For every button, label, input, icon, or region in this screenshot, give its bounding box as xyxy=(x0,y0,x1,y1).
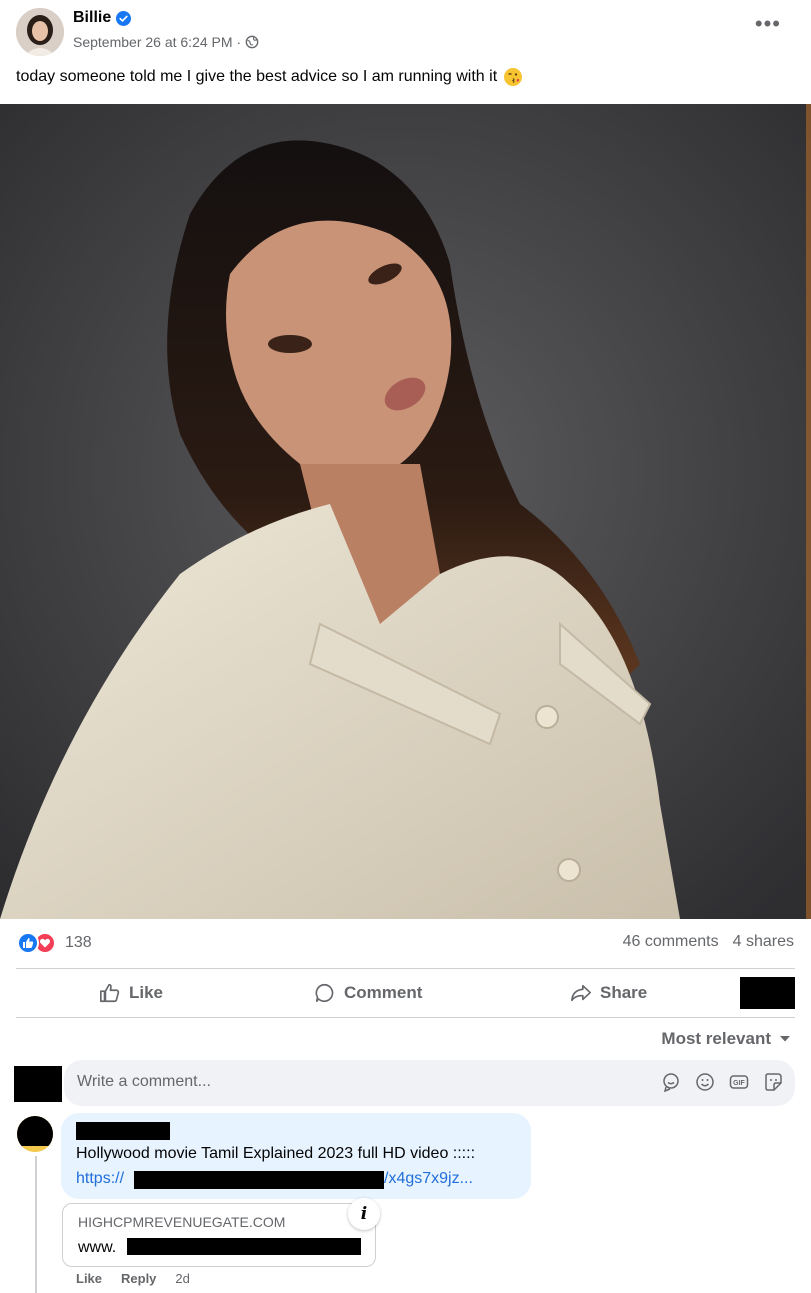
share-button-label: Share xyxy=(600,983,648,1002)
comment-link[interactable]: https:// /x4gs7x9jz... xyxy=(76,1170,473,1189)
write-comment-row: Write a comment... GIF xyxy=(14,1060,795,1106)
author-name[interactable]: Billie xyxy=(73,9,132,27)
comment-reply-button[interactable]: Reply xyxy=(121,1271,156,1286)
post-photo[interactable] xyxy=(0,104,811,919)
like-button-label: Like xyxy=(129,983,164,1002)
globe-icon xyxy=(245,35,259,49)
emoji-icon[interactable] xyxy=(695,1072,715,1092)
verified-badge-icon xyxy=(116,10,132,26)
reply-thread-line xyxy=(35,1156,37,1293)
comment-sort-dropdown[interactable]: Most relevant xyxy=(661,1029,791,1049)
comments-count[interactable]: 46 comments xyxy=(623,933,719,951)
divider xyxy=(16,1017,795,1018)
commenter-avatar[interactable] xyxy=(17,1116,53,1152)
comment-sort-label: Most relevant xyxy=(661,1029,771,1048)
post-stats: 46 comments 4 shares xyxy=(623,933,794,951)
link-redaction-box xyxy=(134,1171,384,1189)
portrait-image xyxy=(0,104,811,919)
kiss-face-emoji-icon xyxy=(504,68,523,86)
avatar-sticker-icon[interactable] xyxy=(661,1072,681,1092)
info-icon[interactable]: i xyxy=(348,1198,380,1230)
link-preview-domain: HIGHCPMREVENUEGATE.COM xyxy=(78,1214,286,1230)
link-preview-card[interactable]: HIGHCPMREVENUEGATE.COM www. xyxy=(62,1203,376,1267)
comment-button-label: Comment xyxy=(344,983,423,1002)
share-arrow-icon xyxy=(571,984,591,1002)
author-name-label[interactable]: Billie xyxy=(73,9,111,27)
reactions-count[interactable]: 138 xyxy=(65,934,92,952)
post-actions-bar: Like Comment Share xyxy=(16,970,795,1016)
comment-text: Hollywood movie Tamil Explained 2023 ful… xyxy=(76,1145,476,1162)
link-preview-url: www. xyxy=(78,1239,117,1256)
more-options-icon[interactable]: ••• xyxy=(755,13,781,35)
gif-icon[interactable]: GIF xyxy=(729,1072,749,1092)
post-meta: September 26 at 6:24 PM · xyxy=(73,34,259,50)
comment-actions: Like Reply 2d xyxy=(76,1271,190,1286)
caret-down-icon xyxy=(780,1036,790,1042)
post-header: Billie September 26 at 6:24 PM · ••• xyxy=(0,0,811,62)
reactions-summary[interactable]: 138 xyxy=(17,931,92,955)
preview-redaction-box xyxy=(127,1238,361,1255)
post-timestamp[interactable]: September 26 at 6:24 PM xyxy=(73,34,233,50)
sticker-icon[interactable] xyxy=(763,1072,783,1092)
divider xyxy=(16,968,795,969)
comment-bubble: Hollywood movie Tamil Explained 2023 ful… xyxy=(61,1113,531,1199)
comment-input-tools: GIF xyxy=(661,1072,783,1092)
comment-button[interactable]: Comment xyxy=(314,970,422,1016)
thumbs-up-icon xyxy=(100,983,120,1003)
comment-bubble-icon xyxy=(315,983,334,1003)
shares-count[interactable]: 4 shares xyxy=(733,933,794,951)
current-user-avatar xyxy=(14,1066,62,1102)
share-button[interactable]: Share xyxy=(570,970,647,1016)
commenter-name-redacted xyxy=(76,1122,170,1140)
post-text-content: today someone told me I give the best ad… xyxy=(16,68,498,85)
comment-input[interactable]: Write a comment... GIF xyxy=(64,1060,795,1106)
comment-input-placeholder: Write a comment... xyxy=(77,1073,211,1090)
redaction-box xyxy=(740,977,795,1009)
comment-link-start[interactable]: https:// xyxy=(76,1170,124,1187)
like-reaction-icon xyxy=(17,932,39,954)
like-button[interactable]: Like xyxy=(99,970,163,1016)
comment-like-button[interactable]: Like xyxy=(76,1271,102,1286)
author-avatar[interactable] xyxy=(16,8,64,56)
svg-text:GIF: GIF xyxy=(733,1080,745,1087)
comment-link-end[interactable]: /x4gs7x9jz... xyxy=(384,1170,473,1188)
meta-separator: · xyxy=(236,34,242,50)
post-text: today someone told me I give the best ad… xyxy=(16,67,523,87)
comment-age[interactable]: 2d xyxy=(175,1271,189,1286)
